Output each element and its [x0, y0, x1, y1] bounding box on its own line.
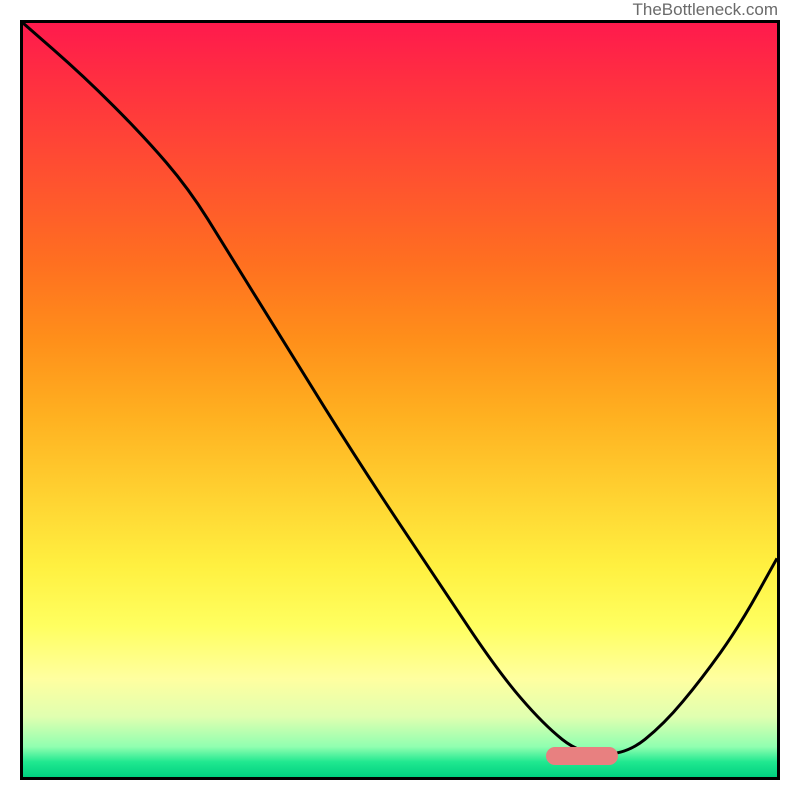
bottleneck-curve — [23, 23, 777, 754]
plot-area — [20, 20, 780, 780]
curve-svg — [23, 23, 777, 777]
chart-container: TheBottleneck.com — [0, 0, 800, 800]
attribution-text: TheBottleneck.com — [632, 0, 778, 20]
optimal-range-marker — [546, 747, 618, 765]
